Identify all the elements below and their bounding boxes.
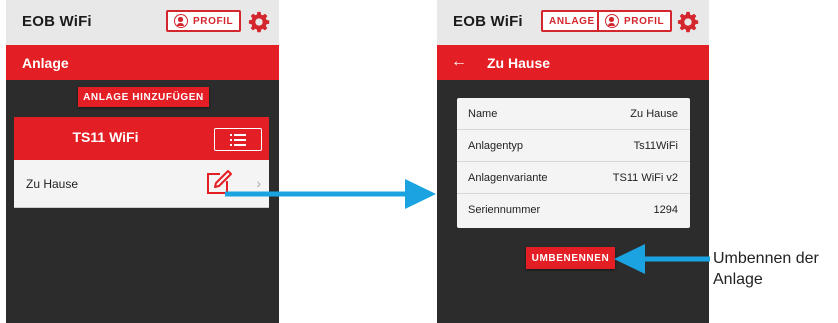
callout-label: Umbennen der Anlage	[713, 250, 819, 288]
arrow-icon	[225, 179, 436, 209]
arrow-icon	[614, 244, 710, 274]
